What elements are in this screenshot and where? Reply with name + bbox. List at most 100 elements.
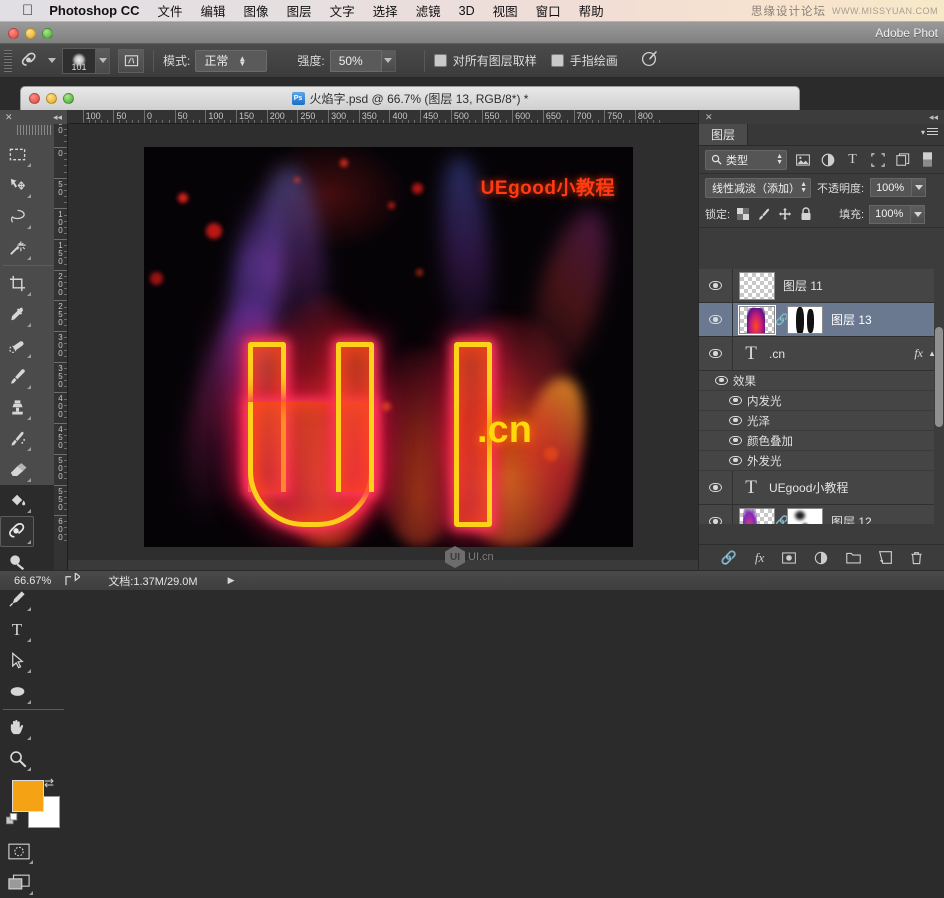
horizontal-ruler[interactable]: 100 50 0 50 100 150 200 250 300 350 400 450 500 550 60…: [68, 110, 698, 124]
history-brush-tool[interactable]: [0, 423, 34, 454]
menu-item-window[interactable]: 窗口: [536, 1, 561, 20]
screen-mode-icon[interactable]: [2, 867, 36, 898]
menu-item-file[interactable]: 文件: [158, 1, 183, 20]
blend-mode-select[interactable]: 正常 ▲ ▼: [195, 49, 268, 72]
share-icon[interactable]: [65, 571, 82, 589]
layer-name[interactable]: UEgood小教程: [769, 479, 848, 496]
checkbox-box-icon[interactable]: [433, 54, 447, 67]
layer-name[interactable]: .cn: [769, 347, 785, 361]
layer-mask-thumbnail[interactable]: [787, 507, 823, 524]
layer-effects-group[interactable]: 效果: [699, 371, 944, 391]
layer-thumbnail[interactable]: [739, 507, 775, 524]
strength-control[interactable]: 50%: [329, 49, 396, 72]
lock-image-icon[interactable]: [756, 206, 772, 222]
lock-transparent-icon[interactable]: [735, 206, 751, 222]
layers-scrollbar-thumb[interactable]: [935, 327, 943, 427]
layer-visibility-toggle[interactable]: [699, 471, 733, 504]
layer-row-4[interactable]: T UEgood小教程: [699, 471, 944, 505]
brush-picker-chevron-down-icon[interactable]: [96, 47, 110, 74]
layer-blend-mode-select[interactable]: 线性减淡（添加） ▲ ▼: [705, 177, 811, 198]
lock-all-icon[interactable]: [798, 206, 814, 222]
layer-visibility-toggle[interactable]: [699, 303, 733, 336]
tab-layers[interactable]: 图层: [699, 124, 749, 145]
minimize-window-button[interactable]: [25, 28, 36, 39]
new-group-icon[interactable]: [846, 552, 862, 564]
menu-item-3d[interactable]: 3D: [459, 4, 475, 18]
brush-size-picker[interactable]: 101: [62, 47, 110, 74]
menu-item-edit[interactable]: 编辑: [201, 1, 226, 20]
layer-mask-link-icon[interactable]: 🔗: [775, 313, 789, 326]
layer-thumbnail[interactable]: [738, 304, 776, 335]
link-layers-icon[interactable]: 🔗: [721, 550, 737, 566]
tools-panel-grip[interactable]: [16, 125, 51, 135]
options-bar-grip[interactable]: [4, 49, 12, 72]
layer-name[interactable]: 图层 13: [831, 311, 872, 328]
layer-effect-inner-glow[interactable]: 内发光: [699, 391, 944, 411]
menu-item-image[interactable]: 图像: [244, 1, 269, 20]
layer-list[interactable]: 图层 11 🔗 图层 13 T .cn fx ▲ 效果 内发光 光泽 颜色叠加 …: [699, 269, 944, 524]
menu-item-help[interactable]: 帮助: [579, 1, 604, 20]
eraser-tool[interactable]: [0, 454, 34, 485]
type-filter-icon[interactable]: T: [843, 150, 862, 169]
menu-item-layer[interactable]: 图层: [287, 1, 312, 20]
zoom-level-field[interactable]: 66.67%: [14, 575, 51, 587]
canvas-horizontal-scrollbar[interactable]: [68, 560, 698, 570]
image-filter-icon[interactable]: [793, 150, 812, 169]
doc-zoom-button[interactable]: [63, 93, 74, 104]
filter-toggle-icon[interactable]: [918, 150, 937, 169]
effect-visibility-toggle[interactable]: [699, 392, 747, 410]
close-icon[interactable]: ✕: [5, 112, 13, 123]
finger-painting-checkbox[interactable]: 手指绘画: [550, 52, 618, 69]
menu-item-filter[interactable]: 滤镜: [416, 1, 441, 20]
eyedropper-tool[interactable]: [0, 299, 34, 330]
fill-value[interactable]: 100%: [869, 204, 912, 224]
effects-visibility-toggle[interactable]: [699, 372, 733, 390]
checkbox-box-icon[interactable]: [550, 54, 564, 67]
layer-thumbnail[interactable]: [739, 271, 775, 300]
layer-effect-outer-glow[interactable]: 外发光: [699, 451, 944, 471]
swap-colors-icon[interactable]: ⇄: [44, 776, 54, 790]
close-icon[interactable]: ✕: [705, 112, 713, 123]
layer-mask-link-icon[interactable]: 🔗: [775, 515, 789, 524]
adjustment-filter-icon[interactable]: [818, 150, 837, 169]
effect-visibility-toggle[interactable]: [699, 452, 747, 470]
menu-item-select[interactable]: 选择: [373, 1, 398, 20]
layer-visibility-toggle[interactable]: [699, 505, 733, 524]
paint-bucket-tool[interactable]: [0, 485, 34, 516]
layer-effect-satin[interactable]: 光泽: [699, 411, 944, 431]
effect-visibility-toggle[interactable]: [699, 412, 747, 430]
new-layer-icon[interactable]: [879, 551, 893, 564]
collapse-icon[interactable]: ◂◂: [53, 112, 62, 123]
close-window-button[interactable]: [8, 28, 19, 39]
vertical-ruler[interactable]: 50050100150200250300350400450500550600: [54, 124, 68, 570]
add-style-fx-icon[interactable]: fx: [755, 550, 764, 566]
apple-icon[interactable]: : [22, 3, 33, 18]
expand-triangle-icon[interactable]: ▶: [228, 575, 235, 586]
add-mask-icon[interactable]: [782, 551, 797, 564]
smartobject-filter-icon[interactable]: [893, 150, 912, 169]
opacity-chevron-down-icon[interactable]: [912, 178, 927, 197]
menu-item-view[interactable]: 视图: [493, 1, 518, 20]
shape-filter-icon[interactable]: [868, 150, 887, 169]
move-tool[interactable]: [0, 170, 34, 201]
layer-row-1[interactable]: 图层 11: [699, 269, 944, 303]
layer-mask-thumbnail[interactable]: [787, 305, 823, 334]
lock-position-icon[interactable]: [777, 206, 793, 222]
artboard[interactable]: UEgood小教程 .cn: [144, 147, 633, 547]
document-title-bar[interactable]: Ps 火焰字.psd @ 66.7% (图层 13, RGB/8*) *: [20, 86, 800, 110]
hand-tool[interactable]: [0, 712, 34, 743]
layer-name[interactable]: 图层 12: [831, 513, 872, 524]
smudge-tool-icon[interactable]: [18, 49, 42, 73]
strength-chevron-down-icon[interactable]: [381, 49, 396, 72]
delete-layer-icon[interactable]: [910, 551, 923, 565]
tool-preset-chevron-down-icon[interactable]: [48, 58, 56, 63]
crop-tool[interactable]: [0, 268, 34, 299]
brush-preview[interactable]: 101: [62, 47, 96, 74]
panel-menu-icon[interactable]: ▾: [921, 128, 938, 137]
layer-visibility-toggle[interactable]: [699, 337, 733, 370]
window-controls[interactable]: [8, 28, 53, 39]
strength-value-field[interactable]: 50%: [329, 49, 382, 72]
collapse-icon[interactable]: ◂◂: [929, 112, 938, 123]
type-tool[interactable]: T: [0, 614, 34, 645]
layer-row-3[interactable]: T .cn fx ▲: [699, 337, 944, 371]
